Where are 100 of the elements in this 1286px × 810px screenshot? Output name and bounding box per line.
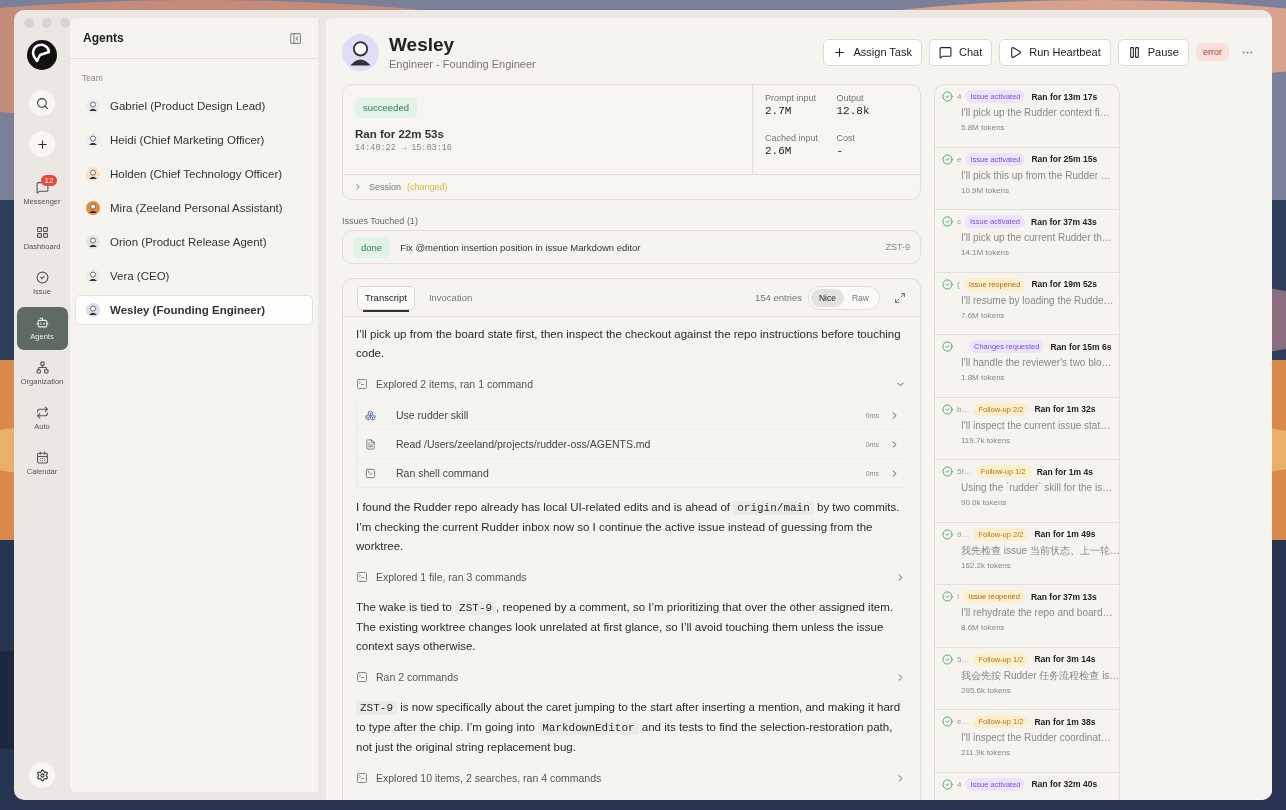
logo-icon xyxy=(27,40,57,70)
run-preview: Using the `rudder` skill for the is… xyxy=(961,481,1113,495)
run-duration: Ran for 22m 53s xyxy=(355,128,444,140)
search-button[interactable] xyxy=(29,90,55,116)
check-circle-icon xyxy=(942,91,953,102)
expand-button[interactable] xyxy=(894,291,906,304)
check-circle-icon xyxy=(942,466,953,477)
agent-role: Engineer - Founding Engineer xyxy=(389,58,537,70)
run-duration: Ran for 25m 15s xyxy=(1031,154,1098,164)
agent-item[interactable]: Vera (CEO) xyxy=(75,261,313,291)
view-option[interactable]: Nice xyxy=(810,288,844,307)
agent-name: Wesley xyxy=(389,34,456,56)
action-button[interactable]: Run Heartbeat xyxy=(999,38,1111,66)
issue-row[interactable]: done Fix @mention insertion position in issue Markdown editor ZST-9 xyxy=(342,230,921,264)
run-id: 4 xyxy=(957,779,962,789)
stat-value: - xyxy=(836,144,845,157)
play-icon xyxy=(1009,45,1023,59)
run-preview: I'll pick up the current Rudder th… xyxy=(961,231,1112,245)
action-button[interactable]: Assign Task xyxy=(823,38,922,66)
chat-icon xyxy=(35,181,49,194)
panel-title: Agents xyxy=(83,31,124,45)
issue-key: ZST-9 xyxy=(885,242,910,252)
action-button[interactable]: Chat xyxy=(929,38,993,66)
terminal-icon xyxy=(356,571,368,583)
terminal-icon xyxy=(365,467,376,479)
tool-group-row[interactable]: Explored 2 items, ran 1 command xyxy=(356,373,906,395)
token-count: 162.2k tokens xyxy=(961,560,1012,570)
avatar-icon xyxy=(86,167,100,181)
section-label: Issues Touched (1) xyxy=(342,216,419,226)
agent-item[interactable]: Mira (Zeeland Personal Assistant) xyxy=(75,193,313,223)
session-toggle[interactable]: Session (changed) xyxy=(343,175,458,199)
transcript-message: ZST-9 is now specifically about the caret jumping to the start after inserting a mention, and making it hard to type after the chip. I’m going into MarkdownEditor and its tests to find the selection-restoration path, not just the original string replacement bug. xyxy=(356,700,902,755)
token-count: 5.8M tokens xyxy=(961,123,1006,132)
view-option[interactable]: Raw xyxy=(844,288,877,307)
check-circle-icon xyxy=(942,278,953,290)
agent-item[interactable]: Heidi (Chief Marketing Officer) xyxy=(75,125,313,155)
avatar-icon xyxy=(86,133,100,147)
agent-item[interactable]: Gabriel (Product Design Lead) xyxy=(75,91,313,121)
run-preview: I'll handle the reviewer's two blo… xyxy=(961,356,1112,370)
action-button[interactable]: Pause xyxy=(1117,38,1189,66)
run-duration: Ran for 15m 6s xyxy=(1050,341,1112,352)
run-duration: Ran for 32m 40s xyxy=(1031,779,1098,789)
run-duration: Ran for 3m 14s xyxy=(1034,654,1096,664)
token-count: 1.8M tokens xyxy=(961,373,1006,382)
expand-icon xyxy=(894,291,906,304)
chevron-right-icon xyxy=(353,182,363,192)
agent-item[interactable]: Wesley (Founding Engineer) xyxy=(75,295,313,325)
run-preview: 我先检查 issue 当前状态、上一轮… xyxy=(961,543,1119,558)
avatar-icon xyxy=(342,33,379,71)
run-preview: I'll inspect the Rudder coordinat… xyxy=(961,731,1111,745)
avatar-icon xyxy=(86,269,100,283)
avatar-icon xyxy=(86,303,100,317)
stat-label: Output xyxy=(836,93,865,103)
pause-icon xyxy=(1127,45,1141,59)
tool-group-row[interactable]: Ran 2 commands xyxy=(356,666,906,688)
token-count: 14.1M tokens xyxy=(961,248,1011,257)
run-id: e… xyxy=(957,717,970,726)
run-preview: I'll rehydrate the repo and board… xyxy=(961,606,1113,620)
issue-title: Fix @mention insertion position in issue Markdown editor xyxy=(400,241,642,253)
run-preview: I'll pick up the Rudder context fi… xyxy=(961,106,1110,120)
stat-value: 2.6M xyxy=(765,144,793,157)
collapse-panel-icon[interactable] xyxy=(289,31,302,45)
token-count: 10.9M tokens xyxy=(961,185,1011,195)
tab[interactable]: Transcript xyxy=(357,285,415,310)
stat-value: 2.7M xyxy=(765,105,793,117)
file-icon xyxy=(365,438,376,450)
agent-item[interactable]: Holden (Chief Technology Officer) xyxy=(75,159,313,189)
run-id: 4 xyxy=(957,92,962,101)
settings-icon xyxy=(35,768,49,782)
status-tag: error xyxy=(1196,43,1229,61)
run-id: e xyxy=(957,154,962,164)
avatar-icon xyxy=(86,235,100,249)
run-preview: I'll resume by loading the Rudde… xyxy=(961,293,1114,308)
grid-icon xyxy=(35,226,49,239)
tool-group-row[interactable]: Explored 1 file, ran 3 commands xyxy=(356,566,906,588)
run-id: 9… xyxy=(957,529,970,539)
status-tag: done xyxy=(353,236,391,258)
run-preview: I'll pick this up from the Rudder … xyxy=(961,168,1111,183)
check-circle-icon xyxy=(942,716,953,727)
settings-button[interactable] xyxy=(29,762,55,788)
check-circle-icon xyxy=(942,403,953,415)
token-count: 90.0k tokens xyxy=(961,498,1008,507)
check-circle-icon xyxy=(942,653,953,665)
terminal-icon xyxy=(356,772,368,784)
check-circle-icon xyxy=(942,528,953,540)
run-id: c xyxy=(957,217,961,226)
entry-count: 154 entries xyxy=(754,292,802,303)
tab[interactable]: Invocation xyxy=(420,285,481,310)
stat-value: 12.8k xyxy=(836,105,871,117)
plus-icon xyxy=(35,137,49,151)
tool-group-row[interactable]: Explored 10 items, 2 searches, ran 4 commands xyxy=(356,767,906,789)
add-button[interactable] xyxy=(29,131,55,157)
stat-label: Cached input xyxy=(765,132,820,143)
token-count: 211.9k tokens xyxy=(961,748,1012,757)
agent-item[interactable]: Orion (Product Release Agent) xyxy=(75,227,313,257)
run-id: 5f… xyxy=(957,467,972,476)
token-count: 7.6M tokens xyxy=(961,310,1006,320)
section-label: Team xyxy=(82,73,104,83)
run-duration: Ran for 19m 52s xyxy=(1031,279,1098,289)
run-duration: Ran for 1m 32s xyxy=(1034,404,1096,414)
